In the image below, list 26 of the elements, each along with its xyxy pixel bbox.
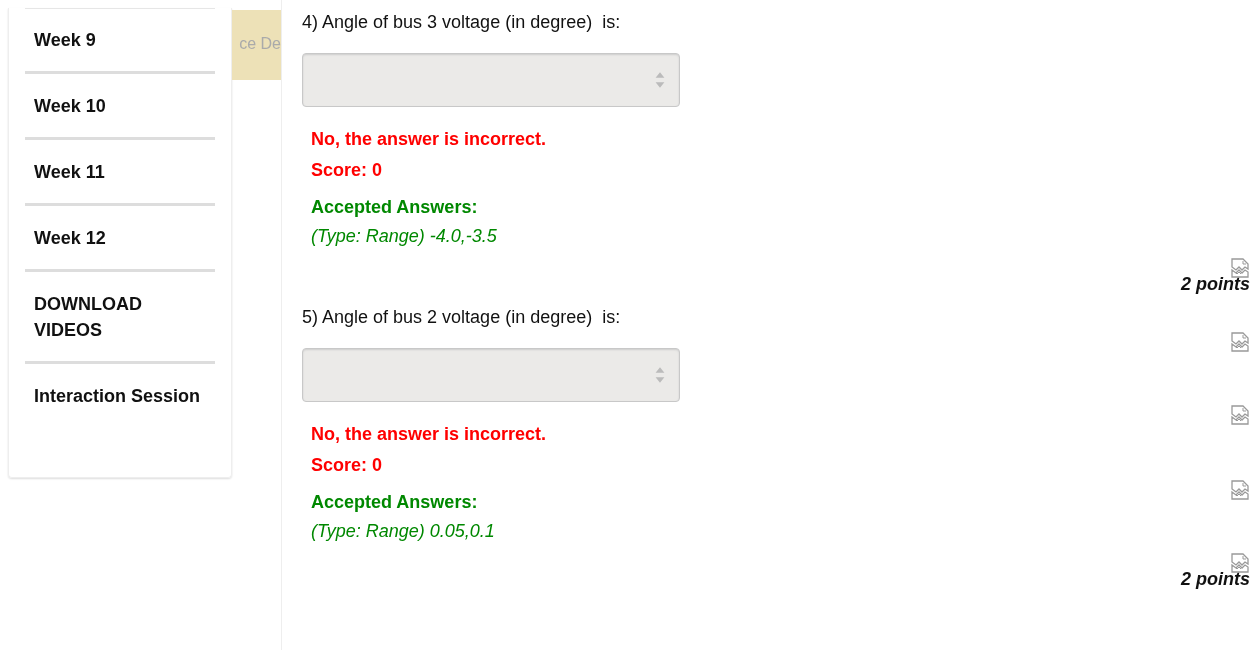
accepted-answers-label: Accepted Answers: — [311, 197, 478, 218]
banner-text: ce De — [239, 35, 281, 53]
sidebar-link[interactable]: Week 11 — [34, 159, 105, 185]
feedback-text: No, the answer is incorrect. — [311, 129, 547, 150]
score-text: Score: 0 — [311, 455, 383, 476]
question-text: 4) Angle of bus 3 voltage (in degree) is: — [302, 12, 621, 33]
broken-image-icon — [1230, 405, 1250, 425]
accepted-answer-text: (Type: Range) -4.0,-3.5 — [311, 226, 497, 247]
broken-image-icon — [1230, 480, 1250, 500]
answer-field[interactable] — [302, 53, 680, 107]
broken-image-icon — [1230, 258, 1250, 278]
question-text: 5) Angle of bus 2 voltage (in degree) is: — [302, 307, 621, 328]
sidebar-link[interactable]: Interaction Session — [34, 383, 201, 409]
sidebar-link[interactable]: Week 10 — [34, 93, 106, 119]
points-text: 2 points — [1181, 274, 1250, 295]
score-text: Score: 0 — [311, 160, 383, 181]
accepted-answers-label: Accepted Answers: — [311, 492, 478, 513]
sidebar-link[interactable]: Week 9 — [34, 27, 96, 53]
feedback-text: No, the answer is incorrect. — [311, 424, 547, 445]
sidebar-link[interactable]: DOWNLOAD VIDEOS — [34, 291, 206, 343]
broken-image-icon — [1230, 553, 1250, 573]
answer-field[interactable] — [302, 348, 680, 402]
sidebar-link[interactable]: Week 12 — [34, 225, 106, 251]
points-text: 2 points — [1181, 569, 1250, 590]
accepted-answer-text: (Type: Range) 0.05,0.1 — [311, 521, 495, 542]
broken-image-icon — [1230, 332, 1250, 352]
